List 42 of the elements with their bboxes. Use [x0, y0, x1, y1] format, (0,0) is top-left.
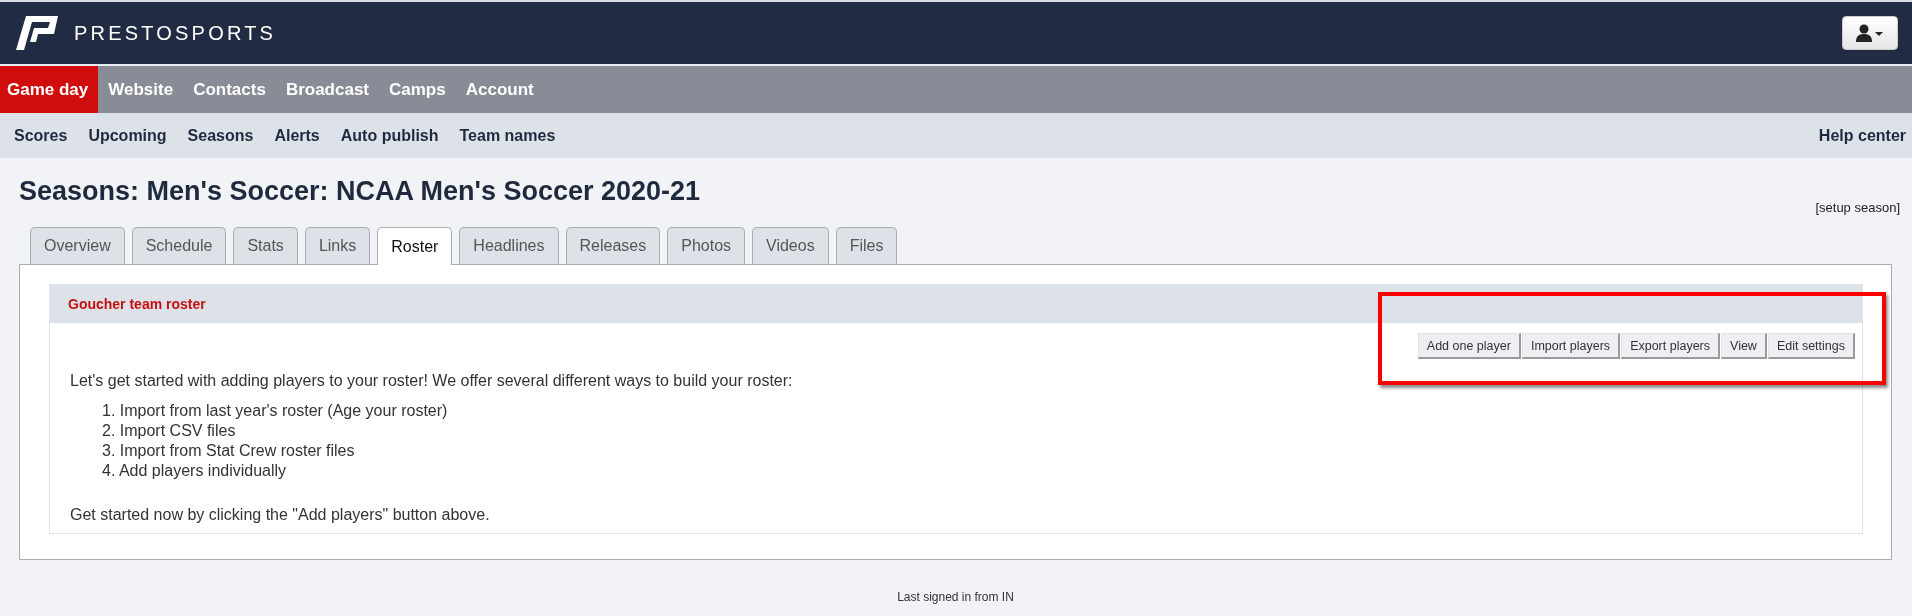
user-menu-button[interactable]	[1842, 16, 1898, 50]
panel-title: Goucher team roster	[68, 296, 206, 312]
subnav-link[interactable]: Auto publish	[340, 126, 439, 145]
instruction-text: Get started now by clicking the "Add players" button above.	[70, 505, 491, 525]
nav-tab[interactable]: Game day	[0, 66, 99, 113]
subnav-link[interactable]: Alerts	[274, 126, 320, 145]
subnav-link[interactable]: Team names	[459, 126, 556, 145]
list-item: 3. Import from Stat Crew roster files	[102, 441, 356, 461]
nav-tab[interactable]: Camps	[379, 66, 456, 113]
intro-text: Let's get started with adding players to your roster! We offer several different ways to build your roster:	[70, 371, 794, 391]
last-signed-in-text: Last signed in from IN	[897, 590, 1014, 604]
help-center-link[interactable]: Help center	[1818, 126, 1906, 145]
tab[interactable]: Overview	[30, 227, 125, 264]
action-button[interactable]: Edit settings	[1767, 333, 1855, 359]
list-item: 2. Import CSV files	[102, 421, 237, 441]
nav-tab[interactable]: Website	[98, 66, 184, 113]
subnav-link[interactable]: Upcoming	[88, 126, 167, 145]
tab[interactable]: Videos	[752, 227, 829, 264]
tab[interactable]: Roster	[377, 227, 453, 265]
tab[interactable]: Links	[304, 227, 371, 264]
nav-tab[interactable]: Contacts	[183, 66, 276, 113]
list-item: 1. Import from last year's roster (Age your roster)	[102, 401, 449, 421]
action-button[interactable]: Import players	[1521, 333, 1621, 359]
action-button[interactable]: View	[1721, 333, 1767, 359]
nav-tab[interactable]: Account	[455, 66, 544, 113]
tab[interactable]: Photos	[667, 227, 746, 264]
setup-season-link[interactable]: [setup season]	[1815, 200, 1900, 215]
brand-name: PRESTOSPORTS	[74, 21, 277, 45]
logo-icon	[14, 14, 60, 52]
subnav-link[interactable]: Seasons	[187, 126, 254, 145]
nav-tab[interactable]: Broadcast	[275, 66, 379, 113]
list-item: 4. Add players individually	[102, 461, 288, 481]
subnav-link[interactable]: Scores	[14, 126, 68, 145]
user-icon	[1856, 24, 1884, 42]
tab[interactable]: Files	[835, 227, 898, 264]
page-title: Seasons: Men's Soccer: NCAA Men's Soccer 2020-21	[19, 176, 701, 207]
tab[interactable]: Releases	[565, 227, 661, 264]
action-button[interactable]: Export players	[1621, 333, 1721, 359]
tab[interactable]: Stats	[233, 227, 298, 264]
tab[interactable]: Headlines	[459, 227, 559, 264]
tab[interactable]: Schedule	[131, 227, 227, 264]
action-button[interactable]: Add one player	[1417, 333, 1521, 359]
